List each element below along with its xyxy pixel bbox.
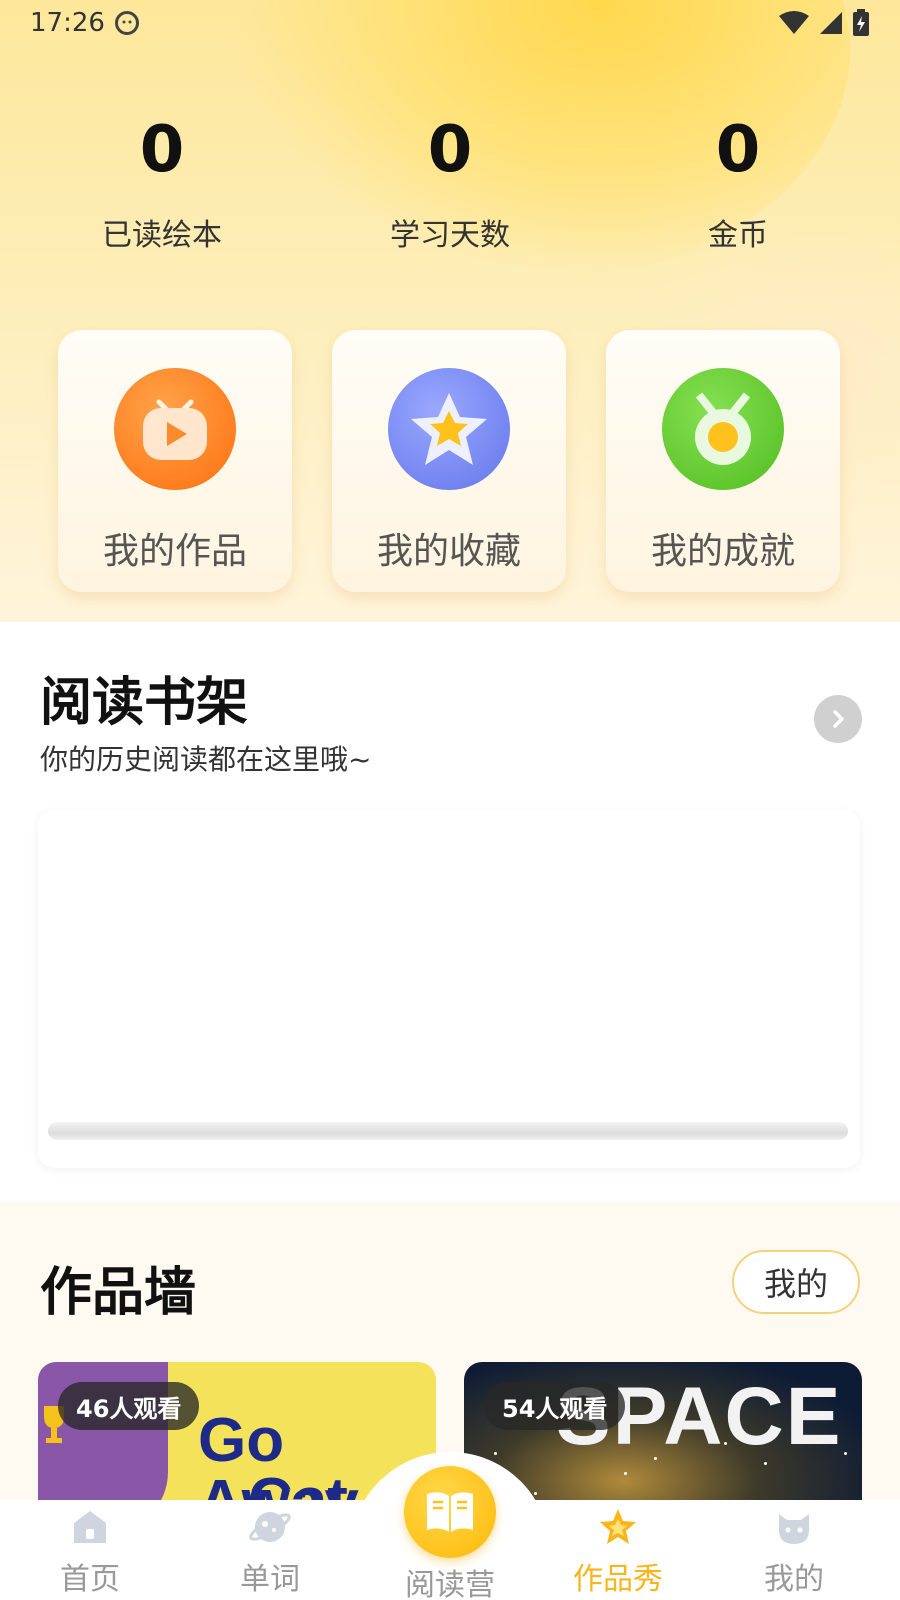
medal-icon: [662, 368, 784, 490]
stat-label: 金币: [708, 218, 768, 253]
cat-face-icon: [114, 11, 139, 35]
nav-label: 作品秀: [573, 1562, 663, 1597]
planet-icon: [249, 1506, 291, 1548]
nav-words[interactable]: 单词: [180, 1506, 360, 1598]
nav-label: 单词: [240, 1562, 300, 1597]
stat-label: 学习天数: [390, 218, 510, 253]
stat-study-days[interactable]: 0 学习天数: [330, 118, 570, 254]
my-works-card[interactable]: 我的作品: [58, 330, 292, 592]
chevron-right-icon[interactable]: [814, 695, 862, 743]
status-bar: 17:26: [0, 0, 900, 46]
open-book-icon: [427, 1492, 473, 1532]
battery-icon: [853, 9, 869, 36]
my-achievements-card[interactable]: 我的成就: [606, 330, 840, 592]
stat-coins[interactable]: 0 金币: [618, 118, 858, 254]
views-badge: 46人观看: [58, 1382, 200, 1430]
reading-shelf-title: 阅读书架: [40, 673, 249, 733]
stat-value: 0: [427, 113, 473, 187]
my-works-button[interactable]: 我的: [732, 1250, 860, 1314]
card-label: 我的收藏: [376, 531, 521, 572]
card-label: 我的作品: [102, 531, 247, 572]
stat-read-books[interactable]: 0 已读绘本: [42, 118, 282, 254]
video-play-icon: [114, 368, 236, 490]
nav-home[interactable]: 首页: [0, 1506, 180, 1598]
nav-mine[interactable]: 我的: [704, 1506, 884, 1598]
card-label: 我的成就: [650, 531, 795, 572]
reading-shelf-subtitle: 你的历史阅读都在这里哦~: [40, 743, 372, 776]
cat-face-icon: [773, 1506, 815, 1548]
nav-works-show[interactable]: 作品秀: [528, 1506, 708, 1598]
wifi-icon: [779, 11, 809, 34]
nav-reading-camp[interactable]: [404, 1466, 496, 1558]
stat-label: 已读绘本: [102, 218, 222, 253]
nav-label: 阅读营: [405, 1568, 495, 1600]
views-badge: 54人观看: [484, 1382, 626, 1430]
works-wall-title: 作品墙: [40, 1263, 197, 1323]
nav-label: 首页: [60, 1562, 120, 1597]
status-time: 17:26: [30, 8, 105, 38]
my-favorites-card[interactable]: 我的收藏: [332, 330, 566, 592]
signal-icon: [820, 12, 842, 34]
star-icon: [388, 368, 510, 490]
reading-shelf: [38, 810, 860, 1168]
stat-value: 0: [139, 113, 185, 187]
home-icon: [69, 1506, 111, 1548]
nav-label: 我的: [764, 1562, 824, 1597]
stat-value: 0: [715, 113, 761, 187]
star-icon: [597, 1506, 639, 1548]
shelf-board: [48, 1122, 848, 1140]
